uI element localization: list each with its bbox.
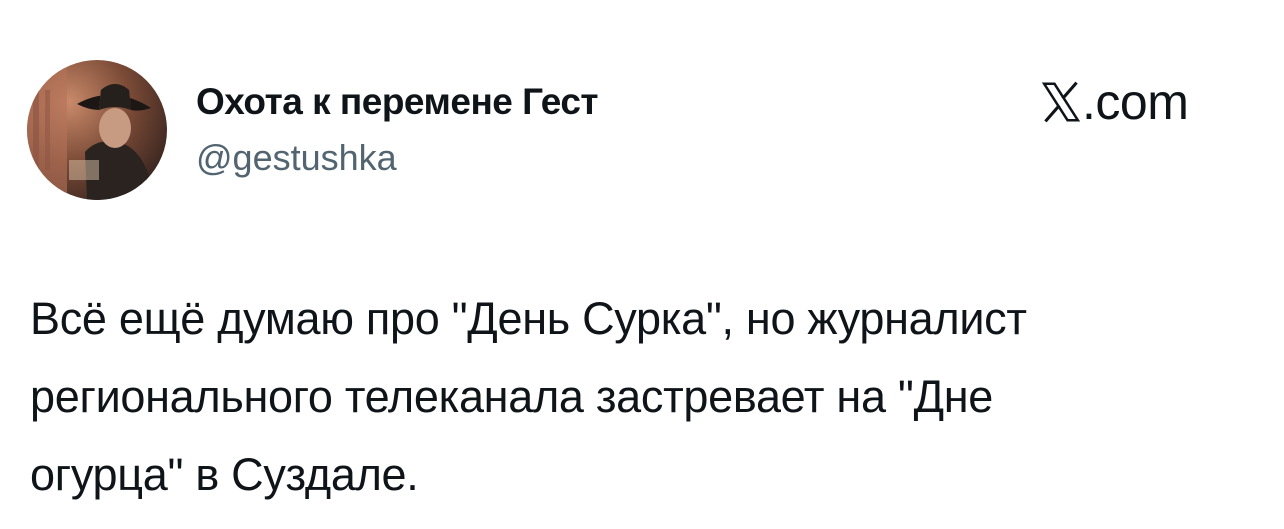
display-name[interactable]: Охота к перемене Гест (196, 80, 599, 124)
avatar[interactable] (27, 60, 167, 200)
x-brand-logo: .com (1038, 74, 1189, 130)
x-logo-icon (1041, 81, 1081, 123)
user-handle[interactable]: @gestushka (196, 136, 397, 180)
brand-domain-suffix: .com (1082, 74, 1189, 130)
profile-photo-cowboy-hat (27, 60, 167, 200)
tweet-text: Всё ещё думаю про "День Сурка", но журна… (30, 293, 1027, 500)
